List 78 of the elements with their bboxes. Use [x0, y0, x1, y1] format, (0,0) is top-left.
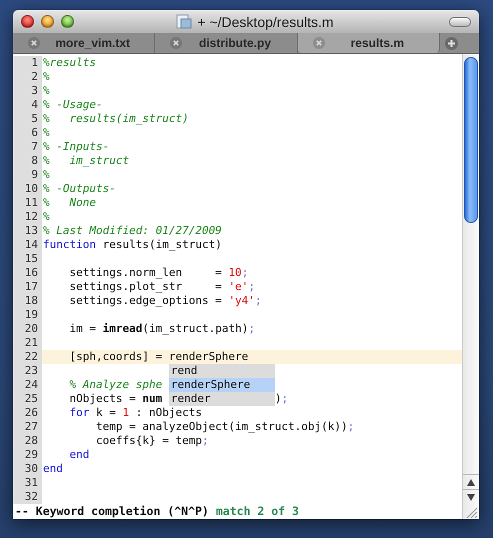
- line-number: 3: [13, 84, 42, 98]
- line-number: 8: [13, 154, 42, 168]
- line-number: 4: [13, 98, 42, 112]
- tab[interactable]: results.m: [298, 33, 440, 53]
- code-line: nObjects = num: [68, 392, 164, 406]
- code-line: %: [43, 126, 50, 140]
- code-line: [sph,coords] = renderSphere: [68, 350, 248, 364]
- new-tab-button[interactable]: [444, 36, 458, 50]
- line-number: 30: [13, 462, 42, 476]
- code-line: end: [43, 462, 63, 476]
- close-button[interactable]: [21, 15, 34, 28]
- line-number: 5: [13, 112, 42, 126]
- line-number: 29: [13, 448, 42, 462]
- code-line: temp = analyzeObject(im_struct.obj(k));: [94, 420, 354, 434]
- line-number: 16: [13, 266, 42, 280]
- code-line: % Last Modified: 01/27/2009: [43, 224, 222, 238]
- line-number: 20: [13, 322, 42, 336]
- line-number: 31: [13, 476, 42, 490]
- code-line: %: [43, 70, 50, 84]
- line-number: 6: [13, 126, 42, 140]
- line-number: 22: [13, 350, 42, 364]
- minimize-button[interactable]: [41, 15, 54, 28]
- code-line: % results(im_struct): [43, 112, 189, 126]
- completion-item[interactable]: rend: [168, 364, 275, 378]
- line-number: 21: [13, 336, 42, 350]
- line-number: 11: [13, 196, 42, 210]
- match-count: match 2 of 3: [216, 504, 299, 519]
- code-line: function results(im_struct): [43, 238, 222, 252]
- code-line: %: [43, 210, 50, 224]
- code-line: % Analyze sphe: [68, 378, 162, 392]
- code-line: end: [68, 448, 90, 462]
- line-number: 25: [13, 392, 42, 406]
- line-number: 27: [13, 420, 42, 434]
- line-number: 17: [13, 280, 42, 294]
- line-number: 24: [13, 378, 42, 392]
- code-line: %: [43, 84, 50, 98]
- scroll-down-button[interactable]: [467, 494, 475, 500]
- line-number: 28: [13, 434, 42, 448]
- tab-close-button[interactable]: [170, 37, 182, 49]
- toolbar-toggle-button[interactable]: [449, 16, 471, 26]
- code-line: % -Outputs-: [43, 182, 116, 196]
- line-number: 26: [13, 406, 42, 420]
- line-number: 13: [13, 224, 42, 238]
- completion-item[interactable]: render: [168, 392, 275, 406]
- line-number: 18: [13, 294, 42, 308]
- mode-message: -- Keyword completion (^N^P): [15, 504, 209, 519]
- code-line: settings.edge_options = 'y4';: [68, 294, 262, 308]
- window-title: + ~/Desktop/results.m: [197, 14, 334, 30]
- code-line: );: [274, 392, 288, 406]
- line-number: 32: [13, 490, 42, 504]
- scroll-up-button[interactable]: [467, 478, 475, 486]
- line-number: 15: [13, 252, 42, 266]
- code-line: settings.plot_str = 'e';: [68, 280, 255, 294]
- code-line: im = imread(im_struct.path);: [68, 322, 255, 336]
- line-number: 7: [13, 140, 42, 154]
- line-number: 1: [13, 56, 42, 70]
- line-number: 14: [13, 238, 42, 252]
- code-line: settings.norm_len = 10;: [68, 266, 248, 280]
- document-icon: [176, 14, 192, 29]
- code-line: % -Usage-: [43, 98, 103, 112]
- tab-close-button[interactable]: [28, 37, 40, 49]
- line-number: 12: [13, 210, 42, 224]
- code-line: %: [43, 168, 50, 182]
- scrollbar-thumb[interactable]: [464, 57, 478, 223]
- code-line: coeffs{k} = temp;: [94, 434, 209, 448]
- code-line: % im_struct: [43, 154, 130, 168]
- tab-close-button[interactable]: [312, 37, 325, 49]
- code-line: for k = 1 : nObjects: [68, 406, 202, 420]
- code-line: % None: [43, 196, 96, 210]
- completion-item[interactable]: renderSphere: [168, 378, 275, 392]
- line-number: 19: [13, 308, 42, 322]
- zoom-button[interactable]: [61, 15, 74, 28]
- line-number: 9: [13, 168, 42, 182]
- line-number: 10: [13, 182, 42, 196]
- code-line: % -Inputs-: [43, 140, 110, 154]
- line-number: 2: [13, 70, 42, 84]
- code-line: %results: [43, 56, 96, 70]
- line-number: 23: [13, 364, 42, 378]
